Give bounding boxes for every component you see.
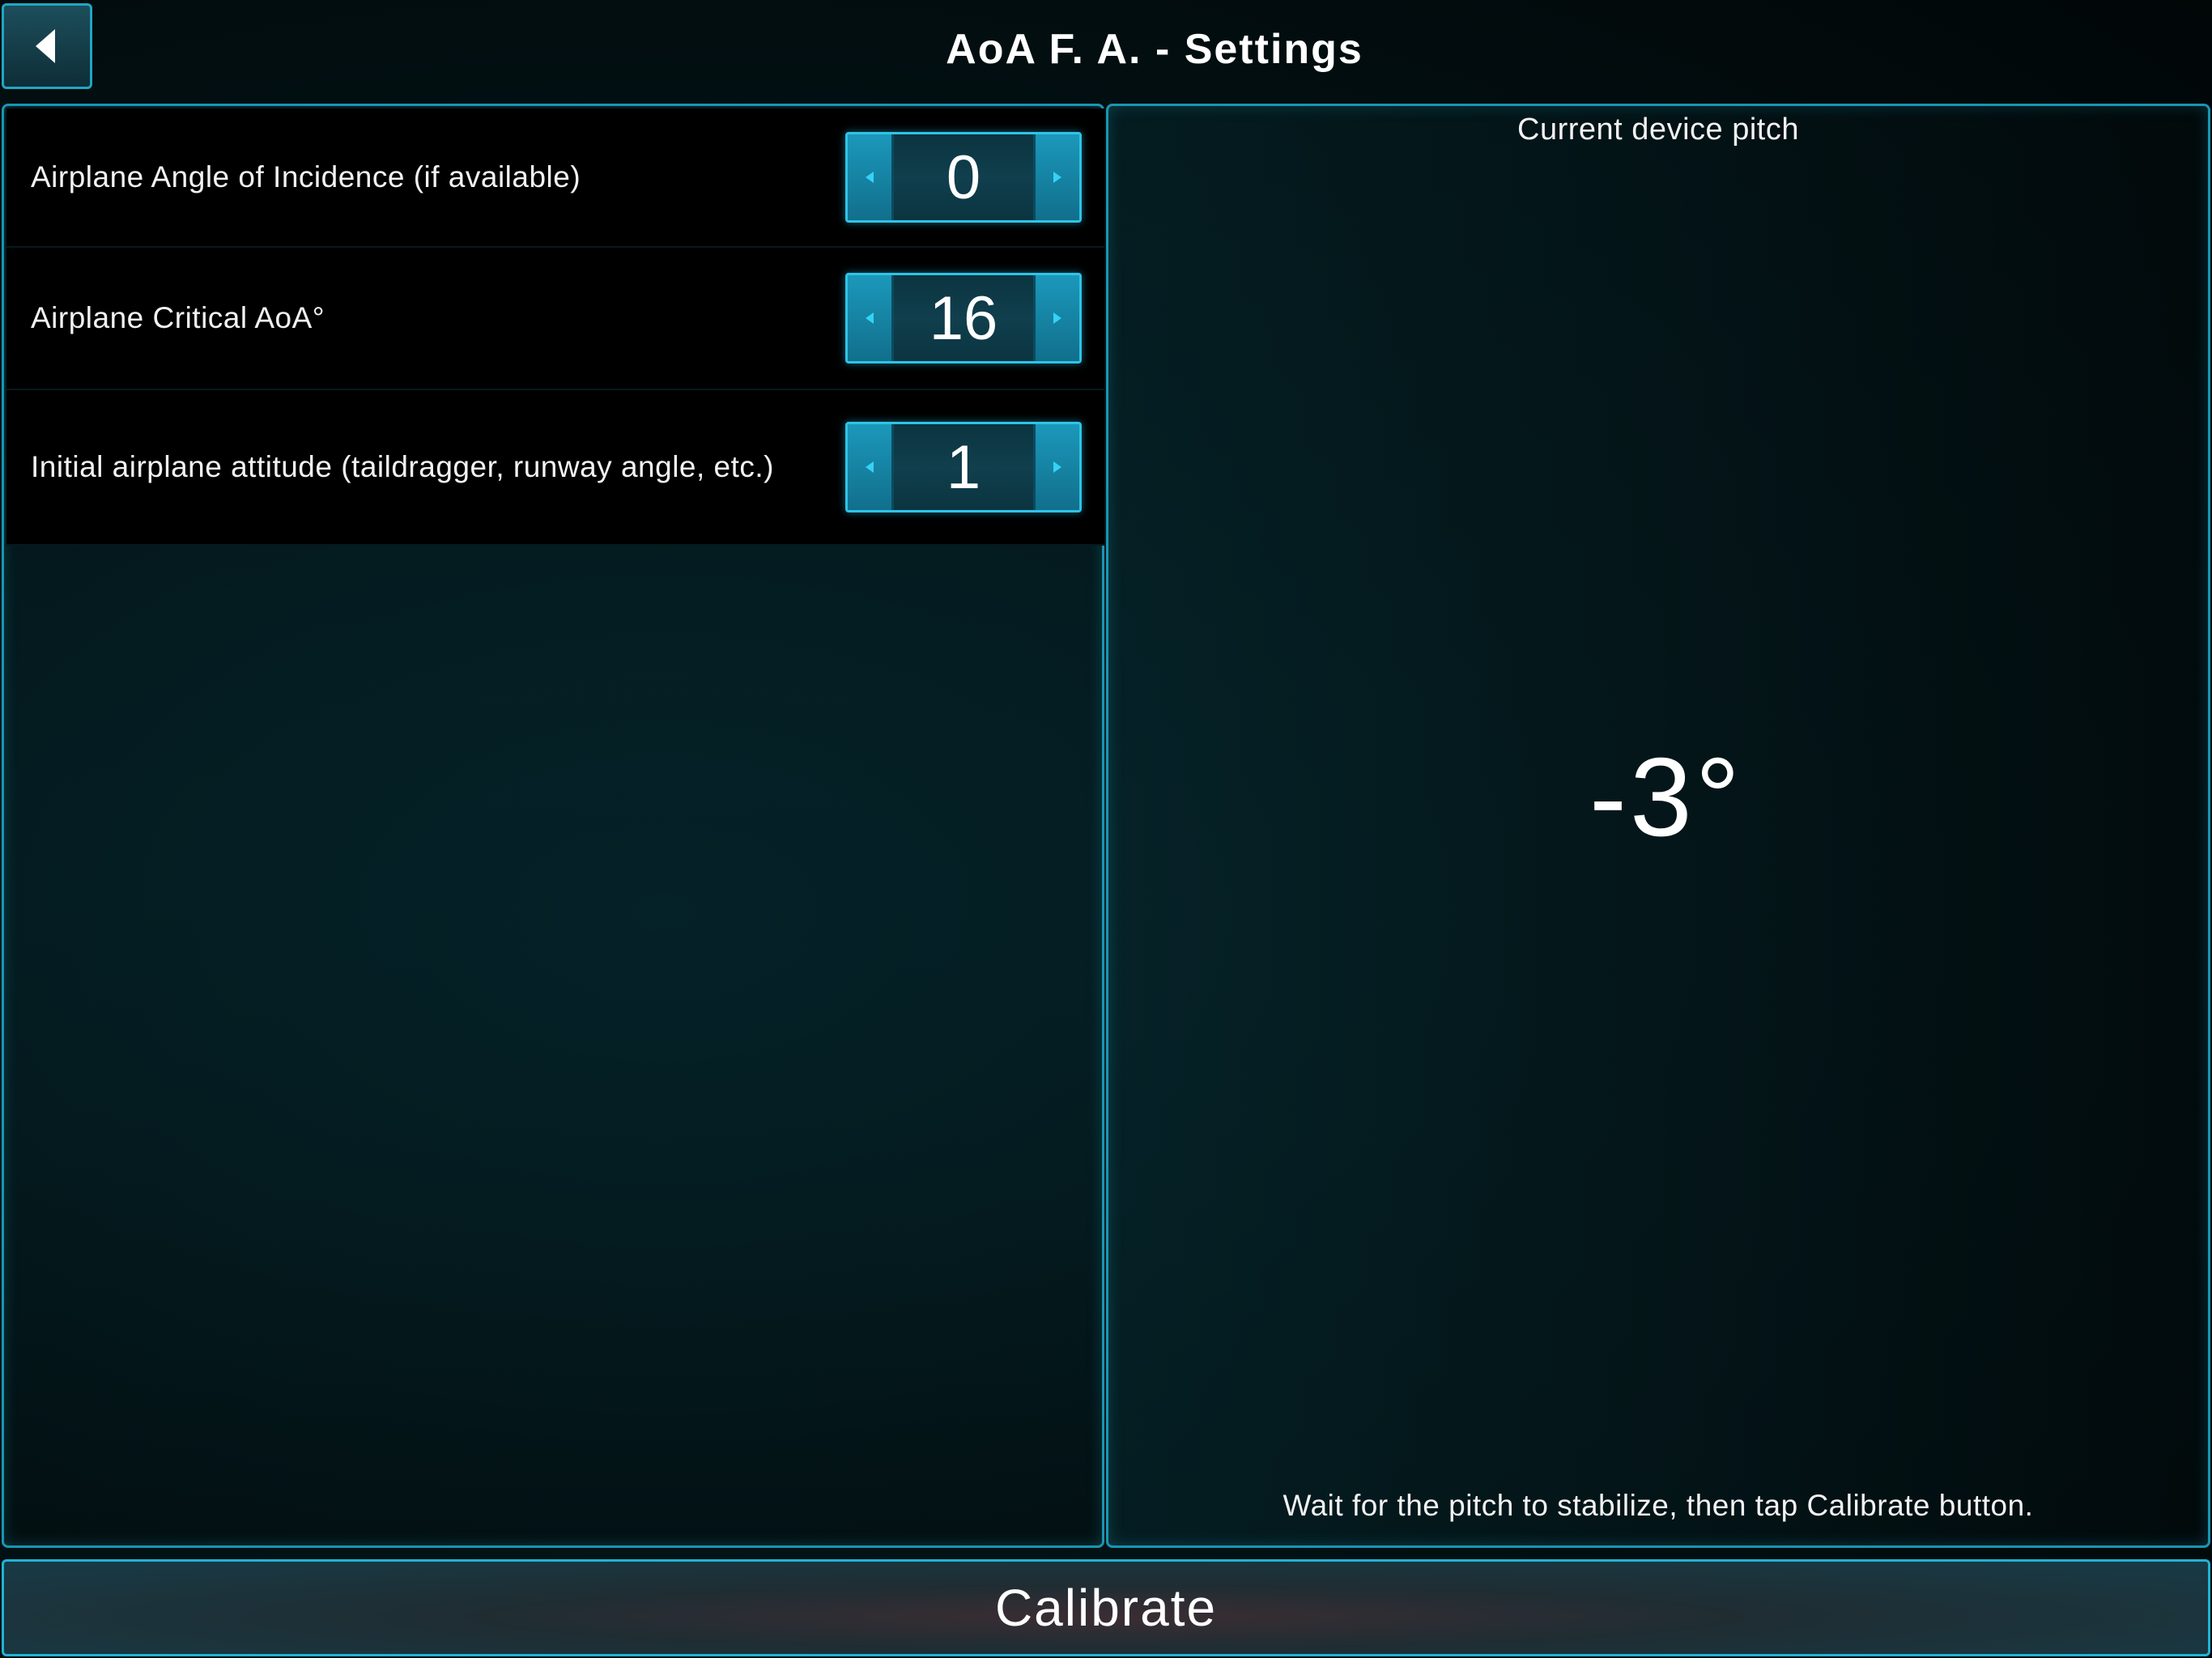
pitch-value: -3° <box>1589 735 1743 860</box>
arrow-left-icon <box>866 461 874 473</box>
page-title: AoA F. A. - Settings <box>946 26 1363 73</box>
setting-row-critical-aoa: Airplane Critical AoA° 16 <box>6 248 1104 390</box>
arrow-right-icon <box>1053 461 1061 473</box>
settings-panel: Airplane Angle of Incidence (if availabl… <box>2 104 1104 1548</box>
decrement-button[interactable] <box>848 275 894 361</box>
critical-aoa-stepper[interactable]: 16 <box>845 273 1082 363</box>
decrement-button[interactable] <box>848 134 894 220</box>
settings-screen: AoA F. A. - Settings Airplane Angle of I… <box>0 0 2212 1658</box>
arrow-left-icon <box>866 312 874 324</box>
setting-label: Airplane Angle of Incidence (if availabl… <box>31 160 581 193</box>
arrow-left-icon <box>866 172 874 183</box>
pitch-hint: Wait for the pitch to stabilize, then ta… <box>1283 1489 2034 1522</box>
stepper-value: 16 <box>894 275 1033 361</box>
stepper-value: 1 <box>894 424 1033 510</box>
setting-row-initial-attitude: Initial airplane attitude (taildragger, … <box>6 390 1104 546</box>
arrow-right-icon <box>1053 172 1061 183</box>
pitch-panel: Current device pitch -3° Wait for the pi… <box>1106 104 2210 1548</box>
pitch-title: Current device pitch <box>1517 113 1799 147</box>
increment-button[interactable] <box>1033 424 1079 510</box>
increment-button[interactable] <box>1033 275 1079 361</box>
arrow-right-icon <box>1053 312 1061 324</box>
setting-row-angle-of-incidence: Airplane Angle of Incidence (if availabl… <box>6 108 1104 248</box>
calibrate-button[interactable]: Calibrate <box>2 1559 2210 1656</box>
increment-button[interactable] <box>1033 134 1079 220</box>
stepper-value: 0 <box>894 134 1033 220</box>
setting-label: Airplane Critical AoA° <box>31 301 325 334</box>
angle-of-incidence-stepper[interactable]: 0 <box>845 132 1082 223</box>
decrement-button[interactable] <box>848 424 894 510</box>
setting-label: Initial airplane attitude (taildragger, … <box>31 450 775 483</box>
initial-attitude-stepper[interactable]: 1 <box>845 422 1082 512</box>
